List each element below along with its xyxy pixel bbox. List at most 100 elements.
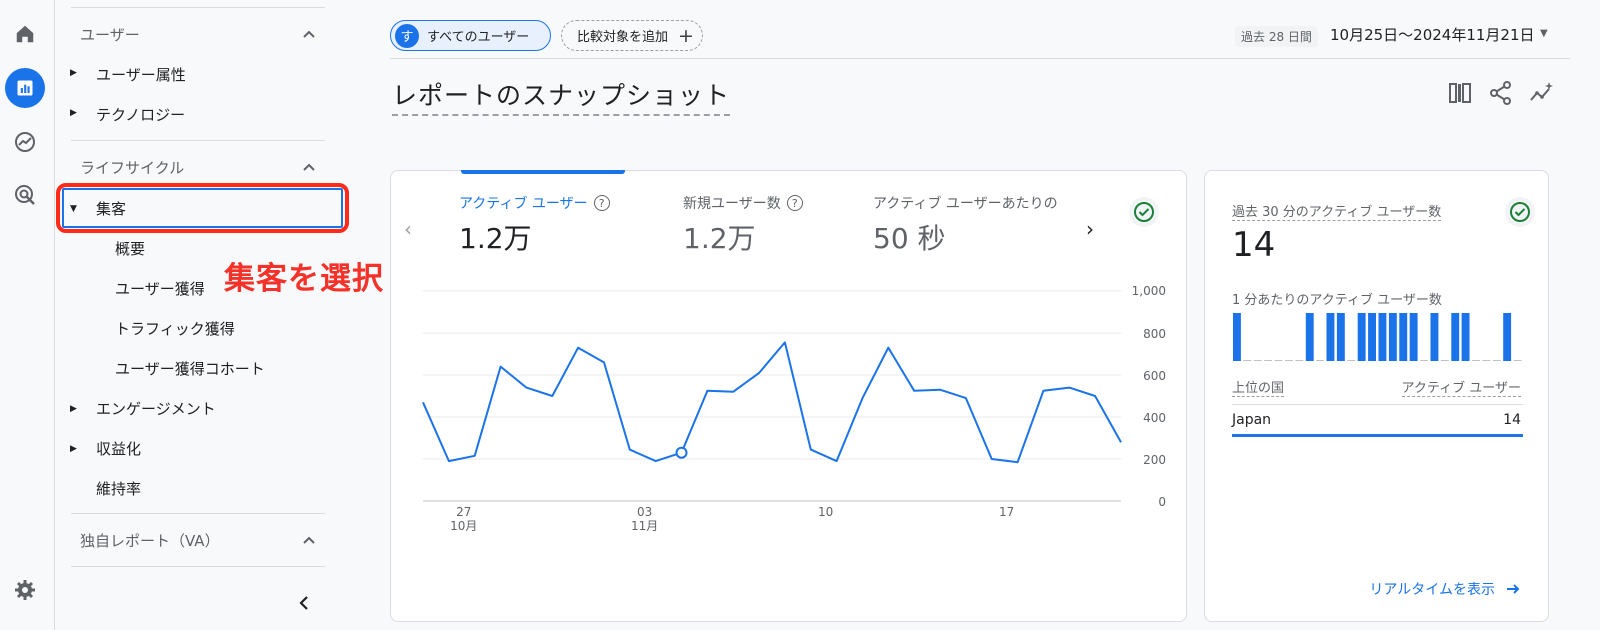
top-divider	[390, 58, 1570, 59]
country-name: Japan	[1232, 412, 1272, 428]
plus-icon: +	[678, 24, 694, 47]
realtime-per-minute-label: 1 分あたりのアクティブ ユーザー数	[1232, 293, 1442, 308]
help-icon[interactable]: ?	[593, 195, 610, 211]
nav-sub-acquisition-cohort[interactable]: ユーザー獲得コホート	[115, 358, 265, 379]
y-tick-label: 200	[1143, 453, 1166, 467]
nav-divider	[71, 140, 325, 141]
x-tick-label: 17	[999, 505, 1014, 519]
x-tick-label: 10	[818, 505, 833, 519]
date-range-text[interactable]: 10月25日～2024年11月21日	[1330, 24, 1535, 45]
minute-bar	[1305, 313, 1314, 361]
nav-section-lifecycle[interactable]: ライフサイクル	[80, 157, 184, 178]
minute-bar	[1492, 360, 1501, 361]
chevron-up-icon[interactable]	[302, 533, 316, 547]
minute-bar	[1482, 360, 1491, 361]
minute-bar	[1368, 313, 1376, 361]
metric-value: 1.2万	[459, 222, 532, 255]
arrow-right-icon	[1507, 584, 1520, 594]
nav-section-user[interactable]: ユーザー	[80, 24, 140, 45]
all-users-chip[interactable]: す すべてのユーザー	[390, 20, 551, 51]
x-tick-sublabel: 10月	[450, 519, 477, 533]
customize-report-icon[interactable]	[1447, 80, 1473, 106]
caret-right-icon: ▶	[70, 68, 77, 78]
minute-bar	[1295, 360, 1304, 361]
add-comparison-button[interactable]: 比較対象を追加 +	[561, 20, 703, 51]
view-realtime-link[interactable]: リアルタイムを表示	[1369, 579, 1521, 599]
help-icon[interactable]: ?	[786, 195, 803, 211]
x-tick-sublabel: 11月	[631, 519, 658, 533]
chevron-left-icon[interactable]: ‹	[404, 217, 412, 241]
minute-bar	[1264, 360, 1273, 361]
realtime-value: 14	[1232, 225, 1276, 265]
insights-icon[interactable]	[1529, 80, 1555, 106]
minute-bar	[1378, 313, 1387, 361]
chevron-up-icon[interactable]	[302, 27, 316, 41]
reports-icon[interactable]	[5, 68, 45, 108]
all-users-chip-label: すべてのユーザー	[427, 30, 530, 45]
metrics-card: ‹ アクティブ ユーザー? 1.2万 新規ユーザー数? 1.2万 アクティブ ユ…	[390, 170, 1187, 622]
nav-sub-user-acquisition[interactable]: ユーザー獲得	[115, 278, 205, 299]
check-circle-icon	[1505, 197, 1535, 227]
table-divider	[1232, 404, 1523, 405]
advertising-icon[interactable]	[5, 175, 45, 215]
metric-value: 50 秒	[873, 222, 946, 255]
caret-right-icon: ▶	[70, 404, 77, 414]
minute-bar	[1409, 313, 1418, 361]
minute-bar	[1285, 360, 1293, 361]
active-tab-indicator	[461, 170, 625, 174]
nav-sub-traffic-acquisition[interactable]: トラフィック獲得	[115, 318, 235, 339]
nav-item-technology[interactable]: テクノロジー	[96, 104, 185, 125]
country-bar	[1232, 434, 1523, 437]
page-title: レポートのスナップショット	[392, 76, 731, 116]
minute-bar	[1274, 360, 1283, 361]
metric-new-users[interactable]: 新規ユーザー数? 1.2万	[683, 193, 803, 257]
annotation-highlight-box	[56, 183, 349, 233]
metric-label: アクティブ ユーザー	[459, 196, 588, 212]
metric-engagement-time[interactable]: アクティブ ユーザーあたりの 50 秒	[873, 193, 1058, 257]
minute-bar	[1430, 313, 1439, 361]
explore-icon[interactable]	[5, 122, 45, 162]
metric-active-users[interactable]: アクティブ ユーザー? 1.2万	[459, 193, 610, 257]
dropdown-caret-icon[interactable]: ▼	[1540, 28, 1548, 39]
minute-bar	[1503, 313, 1512, 361]
hover-point[interactable]	[675, 446, 688, 459]
share-icon[interactable]	[1488, 80, 1514, 106]
view-realtime-label: リアルタイムを表示	[1369, 582, 1495, 598]
minute-bar	[1357, 313, 1366, 361]
x-tick-label: 03	[637, 505, 652, 519]
nav-item-retention[interactable]: 維持率	[96, 478, 141, 499]
minute-bar	[1347, 360, 1356, 361]
metric-value: 1.2万	[683, 222, 756, 255]
active-users-header: アクティブ ユーザー	[1401, 377, 1521, 397]
minute-bar	[1233, 313, 1241, 361]
minute-bar	[1399, 313, 1408, 361]
collapse-nav-icon[interactable]	[295, 594, 313, 612]
settings-icon[interactable]	[5, 570, 45, 610]
report-nav: ユーザー ▶ ユーザー属性 ▶ テクノロジー ライフサイクル ▼ 集客 概要 ユ…	[56, 0, 346, 630]
top-bar: す すべてのユーザー 比較対象を追加 + 過去 28 日間 10月25日～202…	[390, 20, 1570, 60]
minute-bar	[1420, 360, 1428, 361]
minute-bar	[1243, 360, 1252, 361]
annotation-label: 集客を選択	[224, 261, 384, 297]
minute-bar	[1336, 313, 1345, 361]
minute-bar	[1472, 360, 1480, 361]
home-icon[interactable]	[5, 14, 45, 54]
nav-divider	[71, 7, 325, 8]
chevron-right-icon[interactable]: ›	[1086, 217, 1094, 241]
nav-section-custom[interactable]: 独自レポート（VA）	[80, 530, 220, 551]
check-circle-icon	[1129, 197, 1159, 227]
nav-item-monetization[interactable]: 収益化	[96, 438, 141, 459]
country-count: 14	[1503, 412, 1521, 428]
y-tick-label: 800	[1143, 327, 1166, 341]
date-preset-label: 過去 28 日間	[1235, 26, 1318, 47]
realtime-label: 過去 30 分のアクティブ ユーザー数	[1232, 201, 1442, 221]
nav-item-demographics[interactable]: ユーザー属性	[96, 64, 186, 85]
add-comparison-label: 比較対象を追加	[577, 30, 669, 45]
minute-bar	[1440, 360, 1449, 361]
nav-sub-overview[interactable]: 概要	[115, 238, 145, 259]
nav-item-engagement[interactable]: エンゲージメント	[96, 398, 216, 419]
top-countries-header: 上位の国	[1232, 377, 1285, 397]
metric-label: アクティブ ユーザーあたりの	[873, 196, 1058, 212]
y-tick-label: 0	[1158, 495, 1166, 509]
chevron-up-icon[interactable]	[302, 160, 316, 174]
